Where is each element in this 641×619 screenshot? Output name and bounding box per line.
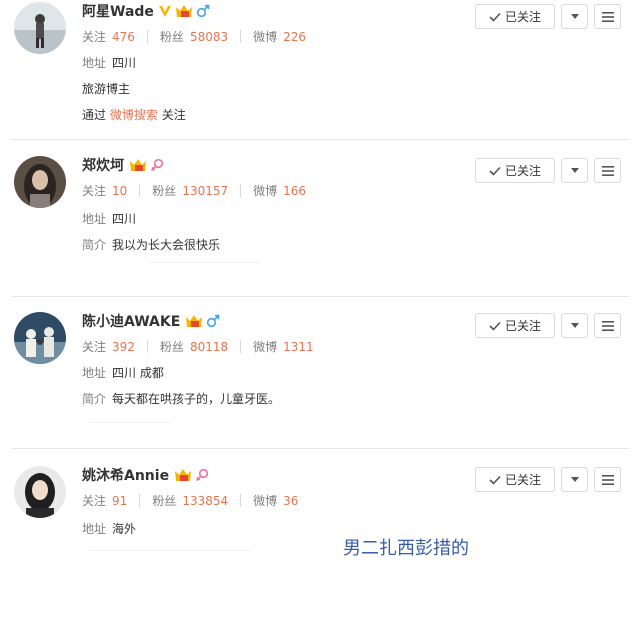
vip-crown-icon xyxy=(184,313,204,329)
vip-crown-icon xyxy=(173,467,193,483)
dropdown-button[interactable] xyxy=(561,158,588,183)
male-icon xyxy=(196,3,210,19)
location-line: 地址 四川 xyxy=(82,212,137,226)
location-line: 地址 海外 xyxy=(82,522,137,536)
dropdown-button[interactable] xyxy=(561,4,588,29)
fans-count[interactable]: 133854 xyxy=(182,494,228,508)
avatar[interactable] xyxy=(14,312,66,364)
bio-value: 每天都在哄孩子的，儿童牙医。 xyxy=(112,392,281,406)
menu-button[interactable] xyxy=(594,4,621,29)
fans-count[interactable]: 80118 xyxy=(190,340,228,354)
caret-down-icon xyxy=(570,168,579,173)
avatar[interactable] xyxy=(14,466,66,518)
check-icon xyxy=(489,321,501,331)
follow-count[interactable]: 10 xyxy=(112,184,127,198)
user-name[interactable]: 阿星Wade xyxy=(82,1,154,21)
followed-button[interactable]: 已关注 xyxy=(475,4,555,29)
bio-value: 我以为长大会很快乐 xyxy=(112,238,221,252)
location-value: 四川 xyxy=(112,212,137,226)
via-link[interactable]: 微博搜索 xyxy=(110,108,158,122)
check-icon xyxy=(489,12,501,22)
user-stats: 关注 392 粉丝 80118 微博 1311 xyxy=(82,339,314,355)
user-card: 陈小迪AWAKE 关注 392 粉丝 80118 微博 1311 地址 四川 成都 简介… xyxy=(0,310,641,465)
user-stats: 关注 476 粉丝 58083 微博 226 xyxy=(82,29,307,45)
user-name[interactable]: 姚沐希Annie xyxy=(82,465,169,485)
fans-count[interactable]: 58083 xyxy=(190,30,228,44)
menu-button[interactable] xyxy=(594,313,621,338)
weibo-count[interactable]: 36 xyxy=(283,494,298,508)
location-value: 海外 xyxy=(112,522,137,536)
vip-crown-icon xyxy=(128,157,148,173)
hamburger-icon xyxy=(601,320,614,331)
hamburger-icon xyxy=(601,165,614,176)
female-icon xyxy=(150,157,164,173)
bio-line: 简介 我以为长大会很快乐 xyxy=(82,238,221,252)
dropdown-button[interactable] xyxy=(561,313,588,338)
location-line: 地址 四川 成都 xyxy=(82,366,164,380)
user-name[interactable]: 陈小迪AWAKE xyxy=(82,311,180,331)
user-card: 阿星Wade 关注 476 粉丝 58083 微博 226 地址 四川 旅游博主 通过 xyxy=(0,0,641,155)
follow-count[interactable]: 392 xyxy=(112,340,135,354)
via-line: 通过 微博搜索 关注 xyxy=(82,108,186,122)
user-stats: 关注 91 粉丝 133854 微博 36 xyxy=(82,493,299,509)
check-icon xyxy=(489,475,501,485)
menu-button[interactable] xyxy=(594,467,621,492)
check-icon xyxy=(489,166,501,176)
followed-button[interactable]: 已关注 xyxy=(475,467,555,492)
description-line: 旅游博主 xyxy=(82,82,131,96)
followed-button[interactable]: 已关注 xyxy=(475,313,555,338)
location-value: 四川 成都 xyxy=(112,366,164,380)
user-card: 姚沐希Annie 关注 91 粉丝 133854 微博 36 地址 海外 已关注 xyxy=(0,464,641,619)
male-icon xyxy=(206,313,220,329)
bio-line: 简介 每天都在哄孩子的，儿童牙医。 xyxy=(82,392,281,406)
caret-down-icon xyxy=(570,477,579,482)
user-stats: 关注 10 粉丝 130157 微博 166 xyxy=(82,183,307,199)
weibo-count[interactable]: 226 xyxy=(283,30,306,44)
follow-count[interactable]: 91 xyxy=(112,494,127,508)
vip-crown-icon xyxy=(174,3,194,19)
location-value: 四川 xyxy=(112,56,137,70)
dropdown-button[interactable] xyxy=(561,467,588,492)
caret-down-icon xyxy=(570,14,579,19)
menu-button[interactable] xyxy=(594,158,621,183)
hamburger-icon xyxy=(601,11,614,22)
hamburger-icon xyxy=(601,474,614,485)
avatar[interactable] xyxy=(14,156,66,208)
location-line: 地址 四川 xyxy=(82,56,137,70)
avatar[interactable] xyxy=(14,2,66,54)
followed-button[interactable]: 已关注 xyxy=(475,158,555,183)
user-card: 郑炊坷 关注 10 粉丝 130157 微博 166 地址 四川 简介 我以为长大会很快乐… xyxy=(0,154,641,309)
follow-count[interactable]: 476 xyxy=(112,30,135,44)
user-name[interactable]: 郑炊坷 xyxy=(82,155,124,175)
weibo-count[interactable]: 166 xyxy=(283,184,306,198)
female-icon xyxy=(195,467,209,483)
weibo-count[interactable]: 1311 xyxy=(283,340,314,354)
overlay-caption: 男二扎西彭措的 xyxy=(343,538,469,559)
verified-v-icon xyxy=(158,3,172,19)
caret-down-icon xyxy=(570,323,579,328)
fans-count[interactable]: 130157 xyxy=(182,184,228,198)
